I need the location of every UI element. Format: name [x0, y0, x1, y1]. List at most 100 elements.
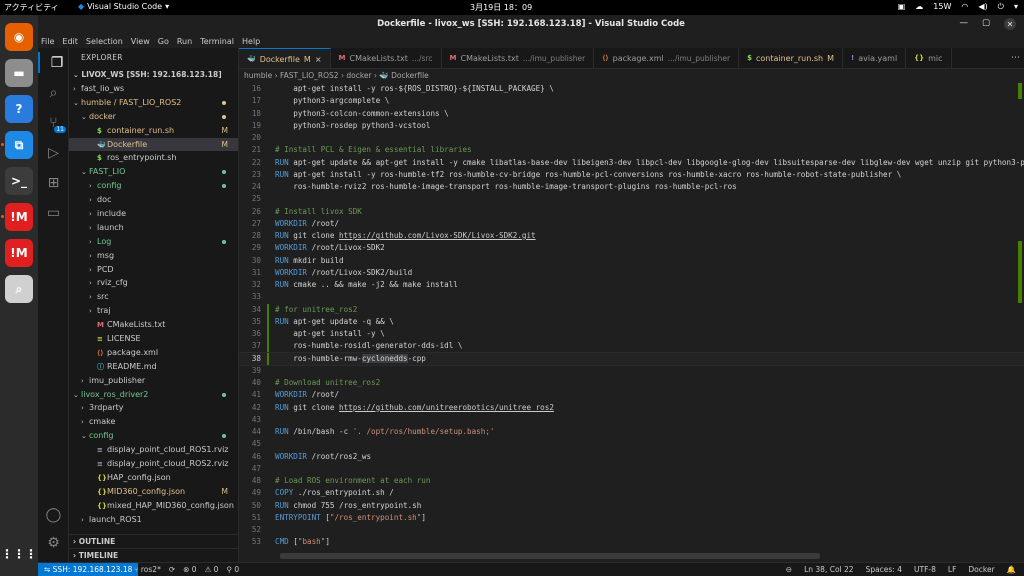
- explorer-icon[interactable]: ❐: [38, 52, 69, 73]
- menu-edit[interactable]: Edit: [62, 37, 78, 46]
- folder-item[interactable]: › cmake: [69, 415, 238, 429]
- editor-tab[interactable]: ⟨⟩ package.xml .../imu_publisher: [594, 48, 740, 68]
- firefox-icon[interactable]: ◉: [5, 23, 33, 51]
- app-menu[interactable]: ◆ Visual Studio Code ▾: [78, 2, 169, 11]
- file-item[interactable]: 🐳Dockerfile M: [69, 137, 238, 152]
- folder-item[interactable]: › launch_ROS1: [69, 513, 238, 527]
- file-item[interactable]: $ ros_entrypoint.sh: [69, 151, 238, 165]
- scrollbar-vertical[interactable]: [1018, 83, 1022, 553]
- app-im-icon[interactable]: !M: [5, 203, 33, 231]
- menu-go[interactable]: Go: [158, 37, 169, 46]
- folder-item[interactable]: › traj: [69, 304, 238, 318]
- file-item[interactable]: ⟨⟩ package.xml: [69, 346, 238, 360]
- file-item[interactable]: {}HAP_config.json: [69, 471, 238, 485]
- menu-run[interactable]: Run: [177, 37, 192, 46]
- activities-button[interactable]: アクティビティ: [4, 2, 59, 13]
- maximize-button[interactable]: ▢: [982, 18, 990, 30]
- run-debug-icon[interactable]: ▷: [43, 142, 64, 163]
- folder-item[interactable]: › src: [69, 290, 238, 304]
- folder-item[interactable]: › rviz_cfg: [69, 276, 238, 290]
- editor-tab[interactable]: 🐳 Dockerfile M ×: [239, 48, 331, 69]
- branch-indicator[interactable]: ⑂ ros2*: [134, 563, 161, 576]
- code-segment: python3-rosdep python3-vcstool: [275, 120, 431, 130]
- file-item[interactable]: M CMakeLists.txt: [69, 318, 238, 332]
- tab-close-icon[interactable]: ×: [315, 49, 322, 69]
- app-im-icon-2[interactable]: !M: [5, 239, 33, 267]
- minimize-button[interactable]: —: [959, 18, 968, 30]
- file-item[interactable]: {}MID360_config.json M: [69, 485, 238, 499]
- editor-tab[interactable]: M CMakeLists.txt .../src: [331, 48, 442, 68]
- code-editor[interactable]: 16 apt-get install -y ros-${ROS_DISTRO}-…: [239, 83, 1024, 562]
- file-item[interactable]: ≡ display_point_cloud_ROS2.rviz: [69, 457, 238, 471]
- ports-indicator[interactable]: ⚲ 0: [226, 563, 239, 576]
- editor-tab[interactable]: {} mic: [906, 48, 952, 68]
- menu-help[interactable]: Help: [242, 37, 260, 46]
- folder-item[interactable]: ⌄ humble / FAST_LIO_ROS2: [69, 96, 238, 110]
- warnings-indicator[interactable]: ⚠ 0: [205, 563, 219, 576]
- folder-item[interactable]: › msg: [69, 249, 238, 263]
- vscode-icon[interactable]: ⧉: [5, 131, 33, 159]
- end-of-line[interactable]: LF: [948, 563, 957, 576]
- timeline-section[interactable]: › TIMELINE: [69, 548, 239, 562]
- folder-item[interactable]: › include: [69, 207, 238, 221]
- window-titlebar[interactable]: Dockerfile - livox_ws [SSH: 192.168.123.…: [38, 15, 1024, 34]
- menu-terminal[interactable]: Terminal: [200, 37, 234, 46]
- language-mode[interactable]: Docker: [968, 563, 994, 576]
- sync-icon[interactable]: ⟳: [169, 563, 175, 576]
- help-icon[interactable]: ?: [5, 95, 33, 123]
- breadcrumb[interactable]: humble › FAST_LIO_ROS2 › docker › 🐳 Dock…: [239, 69, 1024, 83]
- settings-gear-icon[interactable]: ⚙: [43, 532, 64, 553]
- code-keyword: WORKDIR: [275, 267, 308, 277]
- line-number: 51: [251, 512, 261, 522]
- search-icon[interactable]: ⌕: [43, 82, 64, 103]
- magnifier-icon[interactable]: ⌕: [5, 275, 33, 303]
- zoom-icon[interactable]: ⊖: [786, 563, 792, 576]
- file-item[interactable]: ≡ LICENSE: [69, 332, 238, 346]
- source-control-icon[interactable]: ⑂ 11: [43, 112, 66, 133]
- folder-item[interactable]: ⌄ config: [69, 429, 238, 443]
- extensions-icon[interactable]: ⊞: [43, 172, 64, 193]
- folder-item[interactable]: › launch: [69, 221, 238, 235]
- folder-item[interactable]: › 3rdparty: [69, 401, 238, 415]
- editor-tab[interactable]: ! avia.yaml: [843, 48, 907, 68]
- file-type-icon: $: [97, 126, 102, 135]
- errors-indicator[interactable]: ⊗ 0: [183, 563, 196, 576]
- terminal-icon[interactable]: >_: [5, 167, 33, 195]
- show-apps-icon[interactable]: ⋮⋮⋮: [1, 540, 37, 568]
- encoding[interactable]: UTF-8: [914, 563, 936, 576]
- folder-item[interactable]: › doc: [69, 193, 238, 207]
- folder-item[interactable]: ⌄ docker: [69, 110, 238, 124]
- workspace-root[interactable]: ⌄ LIVOX_WS [SSH: 192.168.123.18]: [69, 68, 238, 82]
- outline-section[interactable]: › OUTLINE: [69, 534, 239, 548]
- notifications-bell-icon[interactable]: 🔔: [1007, 563, 1016, 576]
- system-tray[interactable]: ▣ ☁ 15W ◠ ◀) ⏻ ▾: [898, 2, 1018, 12]
- file-item[interactable]: {}mixed_HAP_MID360_config.json: [69, 499, 238, 513]
- file-item[interactable]: $ container_run.sh M: [69, 124, 238, 138]
- clock[interactable]: 3月19日 18：09: [470, 2, 532, 13]
- folder-item[interactable]: › imu_publisher: [69, 374, 238, 388]
- editor-tab[interactable]: $ container_run.sh M: [739, 48, 843, 68]
- indentation[interactable]: Spaces: 4: [866, 563, 902, 576]
- folder-item[interactable]: ⌄ livox_ros_driver2: [69, 388, 238, 402]
- remote-indicator[interactable]: ⇋ SSH: 192.168.123.18: [38, 563, 139, 576]
- more-actions-icon[interactable]: ⋯: [1011, 48, 1020, 69]
- folder-item[interactable]: › PCD: [69, 263, 238, 277]
- menu-selection[interactable]: Selection: [86, 37, 123, 46]
- file-item[interactable]: ≡ display_point_cloud_ROS1.rviz: [69, 443, 238, 457]
- folder-item[interactable]: › Log: [69, 235, 238, 249]
- folder-item[interactable]: › fast_lio_ws: [69, 82, 238, 96]
- folder-item[interactable]: ⌄ FAST_LIO: [69, 165, 238, 179]
- file-item[interactable]: ⓘ README.md: [69, 360, 238, 374]
- close-button[interactable]: ✕: [1004, 18, 1016, 30]
- chevron-down-icon: ▾: [1013, 2, 1018, 11]
- menu-file[interactable]: File: [41, 37, 54, 46]
- files-icon[interactable]: ▬: [5, 59, 33, 87]
- branch-icon: ⑂: [134, 565, 141, 574]
- menu-view[interactable]: View: [131, 37, 150, 46]
- folder-item[interactable]: › config: [69, 179, 238, 193]
- cursor-position[interactable]: Ln 38, Col 22: [804, 563, 853, 576]
- scrollbar-horizontal[interactable]: [280, 553, 820, 559]
- account-icon[interactable]: ◯: [43, 504, 64, 525]
- remote-explorer-icon[interactable]: ▭: [43, 202, 64, 223]
- editor-tab[interactable]: M CMakeLists.txt .../imu_publisher: [442, 48, 595, 68]
